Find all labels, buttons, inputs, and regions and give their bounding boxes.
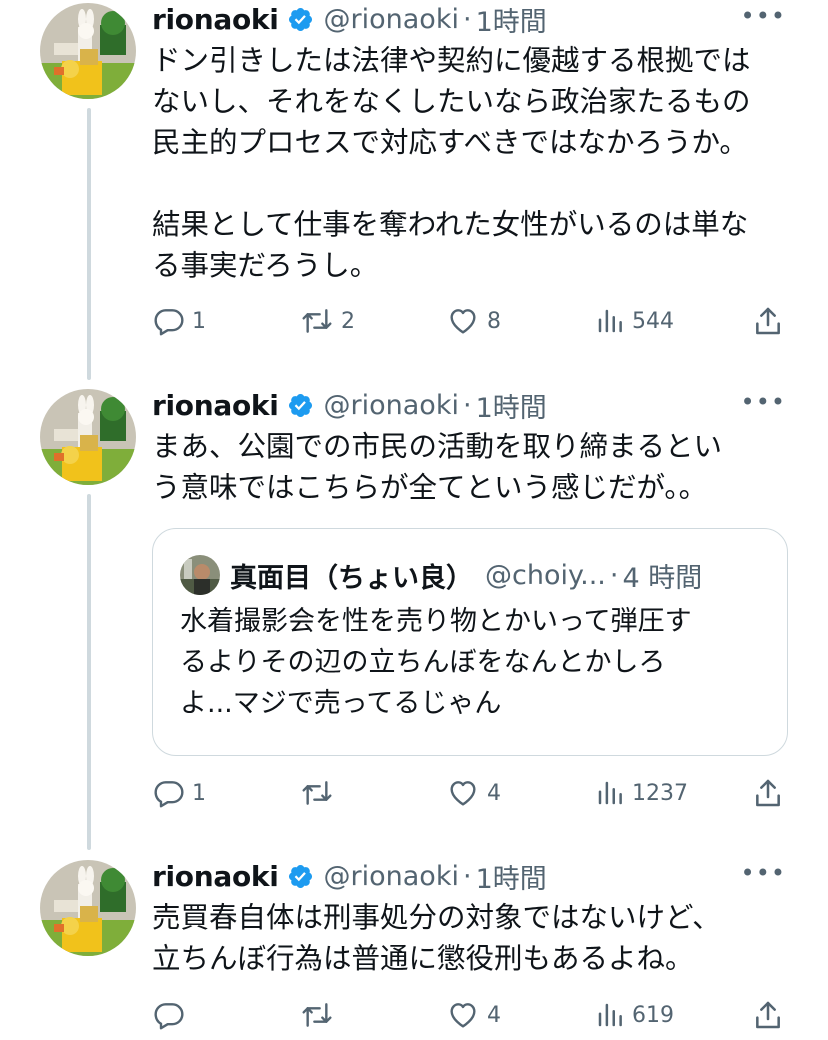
like-count: 4 [487,780,501,806]
quoted-timestamp[interactable]: 4 時間 [622,556,702,595]
share-icon [756,307,780,335]
reply-button[interactable]: 1 [153,775,206,811]
like-count: 8 [487,308,501,334]
retweet-button[interactable] [300,775,341,811]
reply-icon [154,309,184,336]
timestamp[interactable]: 1時間 [476,386,547,425]
tweet[interactable]: rionaoki @rionaoki · 1時間 ••• まあ、公園での市民の活… [0,386,828,856]
share-button[interactable] [752,997,784,1033]
reply-icon [154,781,184,808]
share-button[interactable] [752,303,784,339]
verified-badge-icon [287,6,314,33]
like-count: 4 [487,1002,501,1028]
like-button[interactable]: 4 [446,997,501,1033]
timestamp[interactable]: 1時間 [476,0,547,39]
heart-icon [450,309,476,334]
tweet[interactable]: rionaoki @rionaoki · 1時間 ••• 売買春自体は刑事処分の… [0,857,828,1040]
share-icon [756,779,780,807]
heart-icon [450,1003,476,1028]
quoted-display-name[interactable]: 真面目（ちょい良） [230,556,473,595]
tweet-text: まあ、公園での市民の活動を取り締まるとい う意味ではこちらが全てという感じだが。… [152,430,723,504]
time-separator: · [462,389,472,421]
reply-button[interactable]: 1 [153,303,206,339]
user-avatar[interactable] [40,860,136,956]
tweet-header: rionaoki @rionaoki · 1時間 [152,386,828,425]
like-button[interactable]: 8 [446,303,501,339]
views-button[interactable]: 544 [595,303,674,339]
time-separator: · [462,860,472,892]
views-count: 544 [632,308,674,334]
action-bar: 1 4 1237 [0,775,828,811]
views-button[interactable]: 1237 [595,775,688,811]
analytics-icon [598,781,622,805]
quoted-time-separator: · [609,559,619,591]
analytics-icon [598,309,622,333]
quoted-user-avatar[interactable] [180,555,220,595]
retweet-icon [302,781,332,805]
reply-icon [154,1003,184,1030]
tweet-text: ドン引きしたは法律や契約に優越する根拠では ないし、それをなくしたいなら政治家た… [152,44,751,282]
more-options-icon[interactable]: ••• [741,390,786,414]
user-handle[interactable]: @rionaoki [324,4,459,35]
user-avatar[interactable] [40,389,136,485]
heart-icon [450,781,476,806]
tweet-text: 売買春自体は刑事処分の対象ではないけど、 立ちんぼ行為は普通に懲役刑もあるよね。 [152,901,721,975]
retweet-button[interactable]: 2 [300,303,355,339]
share-button[interactable] [752,775,784,811]
more-options-icon[interactable]: ••• [741,861,786,885]
user-avatar[interactable] [40,3,136,99]
quoted-user-handle[interactable]: @choiy... [485,560,606,591]
views-button[interactable]: 619 [595,997,674,1033]
action-bar: 4 619 [0,997,828,1033]
share-icon [756,1001,780,1029]
display-name[interactable]: rionaoki [152,3,279,36]
user-handle[interactable]: @rionaoki [324,861,459,892]
more-options-icon[interactable]: ••• [741,4,786,28]
views-count: 619 [632,1002,674,1028]
tweet-header: rionaoki @rionaoki · 1時間 [152,0,828,39]
display-name[interactable]: rionaoki [152,389,279,422]
time-separator: · [462,3,472,35]
retweet-count: 2 [341,308,355,334]
verified-badge-icon [287,863,314,890]
views-count: 1237 [632,780,688,806]
reply-count: 1 [192,780,206,806]
tweet[interactable]: rionaoki @rionaoki · 1時間 ••• ドン引きしたは法律や契… [0,0,828,380]
timestamp[interactable]: 1時間 [476,857,547,896]
verified-badge-icon [287,392,314,419]
quoted-tweet[interactable]: 真面目（ちょい良） @choiy... · 4 時間 水着撮影会を性を売り物とか… [152,528,788,756]
quoted-tweet-header: 真面目（ちょい良） @choiy... · 4 時間 [180,555,702,595]
retweet-icon [302,309,332,333]
display-name[interactable]: rionaoki [152,860,279,893]
tweet-header: rionaoki @rionaoki · 1時間 [152,857,828,896]
retweet-icon [302,1003,332,1027]
analytics-icon [598,1003,622,1027]
user-handle[interactable]: @rionaoki [324,390,459,421]
reply-button[interactable] [153,997,192,1033]
retweet-button[interactable] [300,997,341,1033]
quoted-tweet-text: 水着撮影会を性を売り物とかいって弾圧す るよりその辺の立ちんぼをなんとかしろ よ… [180,606,692,719]
action-bar: 1 2 8 544 [0,303,828,339]
reply-count: 1 [192,308,206,334]
like-button[interactable]: 4 [446,775,501,811]
